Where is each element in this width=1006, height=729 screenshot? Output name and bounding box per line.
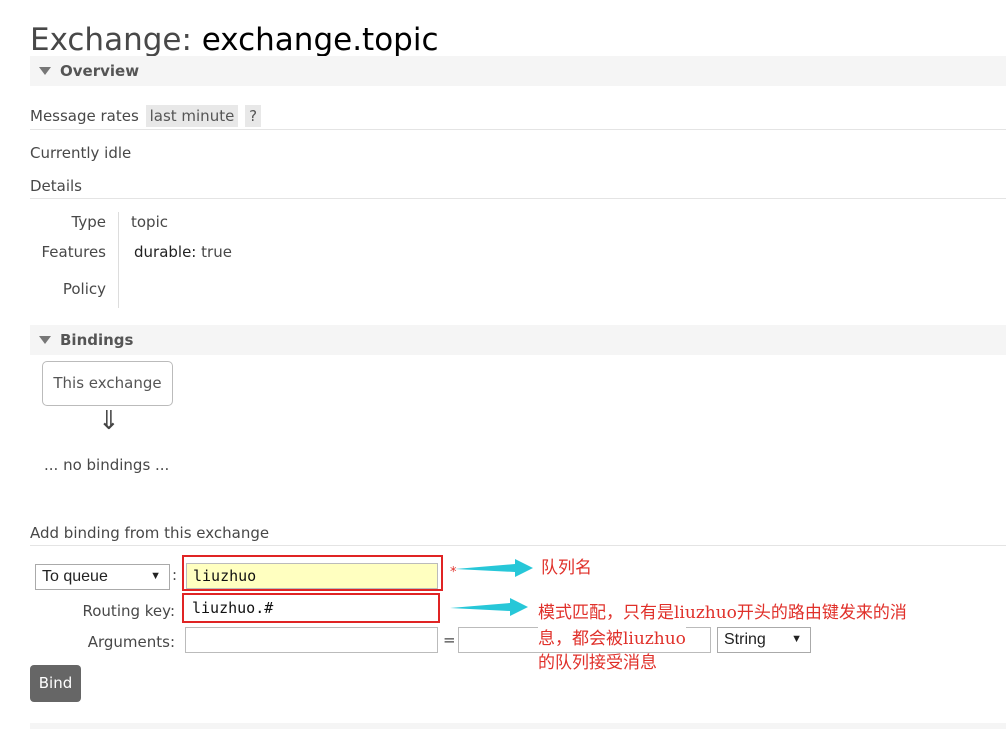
- divider: [30, 198, 1006, 199]
- destination-type-select[interactable]: To queue ▼: [35, 564, 170, 590]
- bindings-section-label: Bindings: [60, 331, 134, 349]
- details-type-key: Type: [71, 213, 106, 231]
- feature-value: true: [201, 243, 232, 261]
- feature-name: durable:: [134, 243, 197, 261]
- destination-input[interactable]: liuzhuo: [186, 563, 438, 589]
- exchange-name: exchange.topic: [201, 22, 439, 58]
- bindings-section-toggle[interactable]: Bindings: [30, 325, 1006, 355]
- help-button[interactable]: ?: [245, 105, 262, 127]
- details-features-key: Features: [41, 243, 107, 261]
- message-rates-row: Message rates last minute ?: [30, 105, 262, 127]
- arguments-label: Arguments:: [87, 633, 175, 651]
- message-rates-period[interactable]: last minute: [145, 105, 239, 127]
- collapse-triangle-icon: [39, 67, 51, 75]
- colon-separator: :: [172, 566, 178, 584]
- footer-bar: [30, 723, 1006, 729]
- routing-annotation-line3: 的队列接受消息: [538, 653, 657, 673]
- divider: [30, 545, 1006, 546]
- page-title: Exchange: exchange.topic: [30, 20, 439, 60]
- annotation-arrow-icon: [455, 559, 533, 577]
- details-divider: [118, 212, 119, 308]
- overview-section-toggle[interactable]: Overview: [30, 56, 1006, 86]
- this-exchange-box: This exchange: [42, 361, 173, 406]
- routing-key-input[interactable]: liuzhuo.#: [185, 596, 437, 620]
- message-rates-label: Message rates: [30, 107, 139, 125]
- details-features-value: durable: true: [134, 243, 232, 261]
- details-policy-key: Policy: [62, 280, 106, 298]
- status-text: Currently idle: [30, 144, 132, 162]
- details-type-value: topic: [131, 213, 168, 231]
- down-arrow-icon: ⇓: [98, 406, 120, 436]
- page-title-prefix: Exchange:: [30, 22, 202, 58]
- routing-key-label: Routing key:: [82, 602, 176, 620]
- bind-button[interactable]: Bind: [30, 665, 81, 702]
- annotation-arrow-icon: [450, 598, 528, 616]
- argument-type-select[interactable]: String ▼: [717, 627, 811, 653]
- routing-annotation-line2: 息，都会被liuzhuo: [538, 627, 686, 651]
- routing-annotation-line1: 模式匹配，只有是liuzhuo开头的路由键发来的消: [538, 603, 907, 623]
- add-binding-heading: Add binding from this exchange: [30, 524, 270, 542]
- argument-type-value: String: [724, 631, 766, 648]
- overview-section-label: Overview: [60, 62, 140, 80]
- destination-type-value: To queue: [42, 568, 108, 585]
- details-label: Details: [30, 177, 83, 195]
- chevron-down-icon: ▼: [150, 570, 161, 582]
- divider: [30, 129, 1006, 130]
- no-bindings-text: ... no bindings ...: [44, 456, 170, 474]
- equals-sign: =: [443, 631, 456, 649]
- queue-name-annotation: 队列名: [541, 558, 592, 578]
- argument-key-input[interactable]: [185, 627, 438, 653]
- collapse-triangle-icon: [39, 336, 51, 344]
- chevron-down-icon: ▼: [791, 633, 802, 645]
